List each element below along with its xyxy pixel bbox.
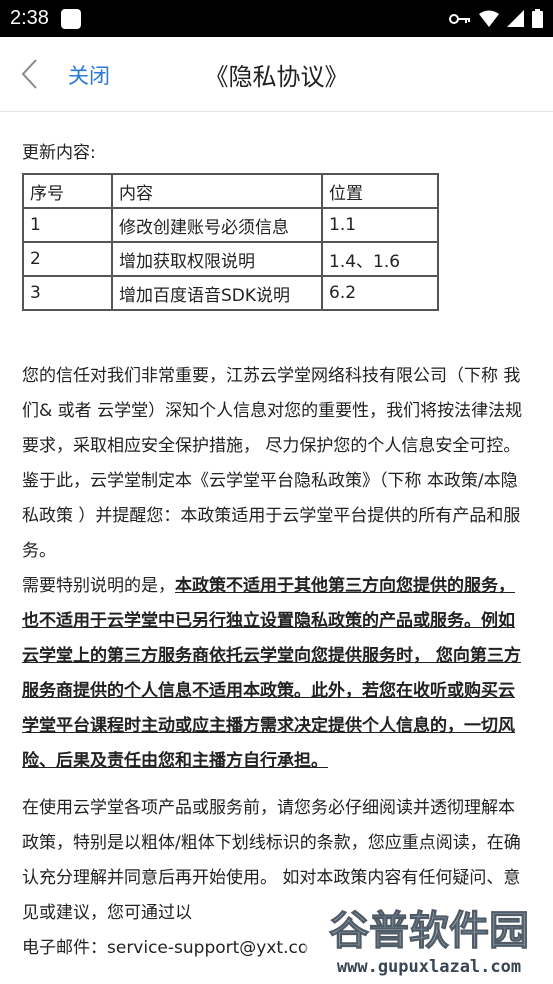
watermark-logo: 谷普软件园 www.gupuxlazal.com	[305, 892, 553, 984]
special-note-paragraph: 需要特别说明的是，本政策不适用于其他第三方向您提供的服务，也不适用于云学堂中已另…	[22, 569, 531, 779]
table-cell: 1	[22, 207, 113, 243]
key-icon	[449, 13, 470, 24]
special-note-lead: 需要特别说明的是，	[22, 576, 175, 596]
column-header-index: 序号	[22, 173, 113, 209]
page-title: 《隐私协议》	[204, 63, 349, 91]
table-cell: 增加百度语音SDK说明	[111, 275, 323, 311]
signal-icon	[507, 10, 524, 27]
wifi-icon	[479, 10, 499, 27]
battery-icon	[532, 9, 543, 28]
column-header-content: 内容	[111, 173, 323, 209]
update-heading: 更新内容:	[22, 143, 96, 163]
watermark-url: www.gupuxlazal.com	[337, 957, 521, 977]
status-bar: 2:38	[0, 0, 553, 37]
table-cell: 2	[22, 241, 113, 277]
table-header-row: 序号 内容 位置	[22, 173, 439, 209]
table-row: 3 增加百度语音SDK说明 6.2	[22, 275, 439, 311]
intro-paragraph: 您的信任对我们非常重要，江苏云学堂网络科技有限公司（下称 我们& 或者 云学堂）…	[22, 366, 523, 561]
table-row: 2 增加获取权限说明 1.4、1.6	[22, 241, 439, 277]
table-row: 1 修改创建账号必须信息 1.1	[22, 207, 439, 243]
table-cell: 1.4、1.6	[321, 241, 439, 277]
table-cell: 修改创建账号必须信息	[111, 207, 323, 243]
emphasized-clause: 本政策不适用于其他第三方向您提供的服务，也不适用于云学堂中已另行独立设置隐私政策…	[22, 576, 521, 771]
update-table: 序号 内容 位置 1 修改创建账号必须信息 1.1 2 增加获取权限说明 1.4…	[22, 173, 439, 311]
navigation-bar: 关闭 《隐私协议》	[0, 37, 553, 112]
status-time: 2:38	[10, 7, 49, 29]
column-header-location: 位置	[321, 173, 439, 209]
table-cell: 3	[22, 275, 113, 311]
notification-app-icon	[60, 8, 81, 29]
privacy-content: 更新内容: 序号 内容 位置 1 修改创建账号必须信息 1.1 2 增加获取权限…	[0, 112, 553, 966]
status-icons	[449, 9, 543, 28]
contact-email-line: 电子邮件：service-support@yxt.co	[22, 938, 309, 958]
watermark-brand: 谷普软件园	[329, 908, 529, 954]
table-cell: 1.1	[321, 207, 439, 243]
table-cell: 6.2	[321, 275, 439, 311]
table-cell: 增加获取权限说明	[111, 241, 323, 277]
